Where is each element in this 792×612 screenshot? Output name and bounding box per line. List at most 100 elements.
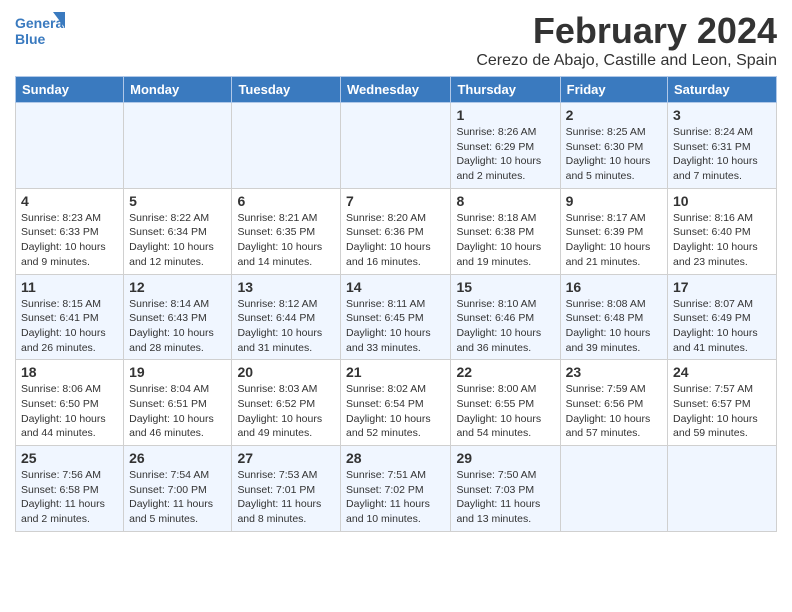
day-number: 16 (566, 279, 662, 295)
calendar-cell (232, 103, 341, 189)
calendar-cell: 9 Sunrise: 8:17 AM Sunset: 6:39 PM Daylig… (560, 188, 667, 274)
day-info: Sunrise: 7:51 AM Sunset: 7:02 PM Dayligh… (346, 468, 445, 527)
weekday-header-saturday: Saturday (668, 77, 777, 103)
day-info: Sunrise: 7:50 AM Sunset: 7:03 PM Dayligh… (456, 468, 554, 527)
day-info: Sunrise: 8:22 AM Sunset: 6:34 PM Dayligh… (129, 211, 226, 270)
calendar-cell: 3 Sunrise: 8:24 AM Sunset: 6:31 PM Daylig… (668, 103, 777, 189)
day-info: Sunrise: 8:15 AM Sunset: 6:41 PM Dayligh… (21, 297, 118, 356)
day-info: Sunrise: 8:02 AM Sunset: 6:54 PM Dayligh… (346, 382, 445, 441)
day-info: Sunrise: 8:14 AM Sunset: 6:43 PM Dayligh… (129, 297, 226, 356)
calendar-table: SundayMondayTuesdayWednesdayThursdayFrid… (15, 76, 777, 532)
day-number: 15 (456, 279, 554, 295)
page-container: GeneralBlue February 2024 Cerezo de Abaj… (0, 0, 792, 542)
month-title: February 2024 (476, 10, 777, 52)
calendar-cell: 7 Sunrise: 8:20 AM Sunset: 6:36 PM Daylig… (341, 188, 451, 274)
calendar-cell: 18 Sunrise: 8:06 AM Sunset: 6:50 PM Dayli… (16, 360, 124, 446)
calendar-cell: 2 Sunrise: 8:25 AM Sunset: 6:30 PM Daylig… (560, 103, 667, 189)
calendar-cell: 6Sunrise: 8:21 AM Sunset: 6:35 PM Daylig… (232, 188, 341, 274)
weekday-header-sunday: Sunday (16, 77, 124, 103)
day-number: 12 (129, 279, 226, 295)
day-number: 17 (673, 279, 771, 295)
day-info: Sunrise: 8:04 AM Sunset: 6:51 PM Dayligh… (129, 382, 226, 441)
day-number: 3 (673, 107, 771, 123)
day-number: 29 (456, 450, 554, 466)
day-number: 19 (129, 364, 226, 380)
calendar-week-2: 4Sunrise: 8:23 AM Sunset: 6:33 PM Daylig… (16, 188, 777, 274)
day-number: 9 (566, 193, 662, 209)
calendar-cell (668, 446, 777, 532)
calendar-week-4: 18 Sunrise: 8:06 AM Sunset: 6:50 PM Dayli… (16, 360, 777, 446)
day-info: Sunrise: 7:59 AM Sunset: 6:56 PM Dayligh… (566, 382, 662, 441)
calendar-cell: 12 Sunrise: 8:14 AM Sunset: 6:43 PM Dayli… (124, 274, 232, 360)
day-number: 23 (566, 364, 662, 380)
day-number: 27 (237, 450, 335, 466)
day-info: Sunrise: 8:21 AM Sunset: 6:35 PM Dayligh… (237, 211, 335, 270)
weekday-header-thursday: Thursday (451, 77, 560, 103)
weekday-header-friday: Friday (560, 77, 667, 103)
calendar-cell: 26Sunrise: 7:54 AM Sunset: 7:00 PM Dayli… (124, 446, 232, 532)
title-block: February 2024 Cerezo de Abajo, Castille … (476, 10, 777, 70)
weekday-header-monday: Monday (124, 77, 232, 103)
location-title: Cerezo de Abajo, Castille and Leon, Spai… (476, 52, 777, 70)
day-number: 2 (566, 107, 662, 123)
calendar-cell: 16 Sunrise: 8:08 AM Sunset: 6:48 PM Dayli… (560, 274, 667, 360)
calendar-cell: 21 Sunrise: 8:02 AM Sunset: 6:54 PM Dayli… (341, 360, 451, 446)
day-number: 11 (21, 279, 118, 295)
calendar-cell: 11 Sunrise: 8:15 AM Sunset: 6:41 PM Dayli… (16, 274, 124, 360)
calendar-header-row: SundayMondayTuesdayWednesdayThursdayFrid… (16, 77, 777, 103)
day-info: Sunrise: 8:10 AM Sunset: 6:46 PM Dayligh… (456, 297, 554, 356)
day-info: Sunrise: 7:57 AM Sunset: 6:57 PM Dayligh… (673, 382, 771, 441)
day-info: Sunrise: 7:53 AM Sunset: 7:01 PM Dayligh… (237, 468, 335, 527)
calendar-cell: 28 Sunrise: 7:51 AM Sunset: 7:02 PM Dayli… (341, 446, 451, 532)
header: GeneralBlue February 2024 Cerezo de Abaj… (15, 10, 777, 70)
day-info: Sunrise: 8:06 AM Sunset: 6:50 PM Dayligh… (21, 382, 118, 441)
calendar-cell: 15 Sunrise: 8:10 AM Sunset: 6:46 PM Dayli… (451, 274, 560, 360)
day-info: Sunrise: 8:18 AM Sunset: 6:38 PM Dayligh… (456, 211, 554, 270)
calendar-cell: 20 Sunrise: 8:03 AM Sunset: 6:52 PM Dayli… (232, 360, 341, 446)
logo: GeneralBlue (15, 10, 65, 50)
day-number: 28 (346, 450, 445, 466)
day-number: 8 (456, 193, 554, 209)
calendar-week-5: 25Sunrise: 7:56 AM Sunset: 6:58 PM Dayli… (16, 446, 777, 532)
day-number: 4 (21, 193, 118, 209)
calendar-cell: 19 Sunrise: 8:04 AM Sunset: 6:51 PM Dayli… (124, 360, 232, 446)
calendar-cell: 1Sunrise: 8:26 AM Sunset: 6:29 PM Daylig… (451, 103, 560, 189)
day-number: 24 (673, 364, 771, 380)
calendar-cell: 27 Sunrise: 7:53 AM Sunset: 7:01 PM Dayli… (232, 446, 341, 532)
calendar-cell: 17Sunrise: 8:07 AM Sunset: 6:49 PM Dayli… (668, 274, 777, 360)
day-info: Sunrise: 8:16 AM Sunset: 6:40 PM Dayligh… (673, 211, 771, 270)
calendar-cell (16, 103, 124, 189)
day-number: 10 (673, 193, 771, 209)
calendar-cell: 25Sunrise: 7:56 AM Sunset: 6:58 PM Dayli… (16, 446, 124, 532)
day-info: Sunrise: 8:17 AM Sunset: 6:39 PM Dayligh… (566, 211, 662, 270)
calendar-cell: 10 Sunrise: 8:16 AM Sunset: 6:40 PM Dayli… (668, 188, 777, 274)
day-info: Sunrise: 8:20 AM Sunset: 6:36 PM Dayligh… (346, 211, 445, 270)
day-number: 21 (346, 364, 445, 380)
calendar-cell: 8 Sunrise: 8:18 AM Sunset: 6:38 PM Daylig… (451, 188, 560, 274)
calendar-week-3: 11 Sunrise: 8:15 AM Sunset: 6:41 PM Dayli… (16, 274, 777, 360)
calendar-week-1: 1Sunrise: 8:26 AM Sunset: 6:29 PM Daylig… (16, 103, 777, 189)
day-info: Sunrise: 8:00 AM Sunset: 6:55 PM Dayligh… (456, 382, 554, 441)
calendar-cell (341, 103, 451, 189)
day-info: Sunrise: 7:56 AM Sunset: 6:58 PM Dayligh… (21, 468, 118, 527)
calendar-cell: 14 Sunrise: 8:11 AM Sunset: 6:45 PM Dayli… (341, 274, 451, 360)
day-info: Sunrise: 8:11 AM Sunset: 6:45 PM Dayligh… (346, 297, 445, 356)
day-info: Sunrise: 8:24 AM Sunset: 6:31 PM Dayligh… (673, 125, 771, 184)
day-number: 1 (456, 107, 554, 123)
day-number: 20 (237, 364, 335, 380)
day-number: 26 (129, 450, 226, 466)
day-number: 5 (129, 193, 226, 209)
day-number: 14 (346, 279, 445, 295)
day-info: Sunrise: 8:03 AM Sunset: 6:52 PM Dayligh… (237, 382, 335, 441)
calendar-cell: 24 Sunrise: 7:57 AM Sunset: 6:57 PM Dayli… (668, 360, 777, 446)
day-number: 22 (456, 364, 554, 380)
calendar-cell (560, 446, 667, 532)
logo-svg: GeneralBlue (15, 10, 65, 50)
day-info: Sunrise: 8:08 AM Sunset: 6:48 PM Dayligh… (566, 297, 662, 356)
calendar-cell (124, 103, 232, 189)
day-number: 7 (346, 193, 445, 209)
calendar-cell: 13Sunrise: 8:12 AM Sunset: 6:44 PM Dayli… (232, 274, 341, 360)
day-number: 18 (21, 364, 118, 380)
calendar-cell: 4Sunrise: 8:23 AM Sunset: 6:33 PM Daylig… (16, 188, 124, 274)
day-info: Sunrise: 8:25 AM Sunset: 6:30 PM Dayligh… (566, 125, 662, 184)
